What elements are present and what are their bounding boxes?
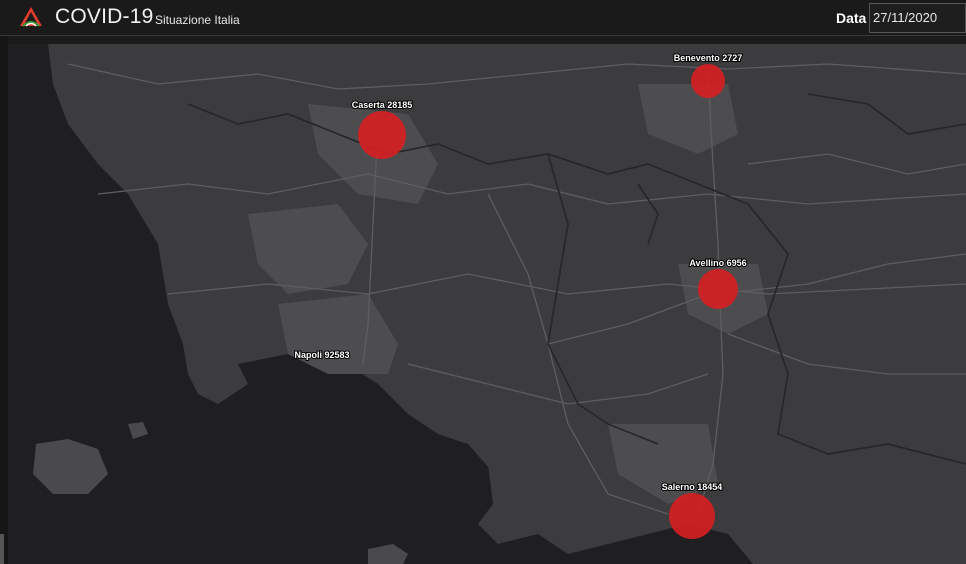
app-subtitle: Situazione Italia (155, 13, 240, 27)
marker-avellino[interactable]: Avellino 6956 (688, 257, 748, 309)
city-label: Avellino 6956 (689, 258, 746, 268)
case-bubble[interactable] (691, 64, 725, 98)
city-label: Caserta 28185 (352, 100, 413, 110)
city-label: Salerno 18454 (662, 482, 723, 492)
marker-salerno[interactable]: Salerno 18454 (661, 481, 723, 539)
city-label: Benevento 2727 (674, 53, 743, 63)
date-selector[interactable]: 27/11/2020 (869, 3, 966, 33)
app-title: COVID-19 (55, 5, 154, 28)
case-bubble[interactable] (669, 493, 715, 539)
marker-benevento[interactable]: Benevento 2727 (673, 52, 743, 98)
marker-napoli[interactable]: Napoli 92583 (293, 349, 350, 361)
app-header: COVID-19 Situazione Italia Data 27/11/20… (0, 0, 966, 36)
date-label: Data (836, 10, 867, 26)
left-panel-strip (0, 36, 8, 564)
marker-caserta[interactable]: Caserta 28185 (351, 99, 413, 159)
case-bubble[interactable] (358, 111, 406, 159)
protezione-civile-logo-icon (20, 7, 42, 27)
date-value: 27/11/2020 (873, 10, 938, 25)
case-bubble[interactable] (698, 269, 738, 309)
city-label: Napoli 92583 (294, 350, 349, 360)
map-view[interactable]: Caserta 28185 Benevento 2727 Avellino 69… (8, 44, 966, 564)
case-markers-layer: Caserta 28185 Benevento 2727 Avellino 69… (293, 52, 748, 539)
panel-handle[interactable] (0, 534, 4, 564)
